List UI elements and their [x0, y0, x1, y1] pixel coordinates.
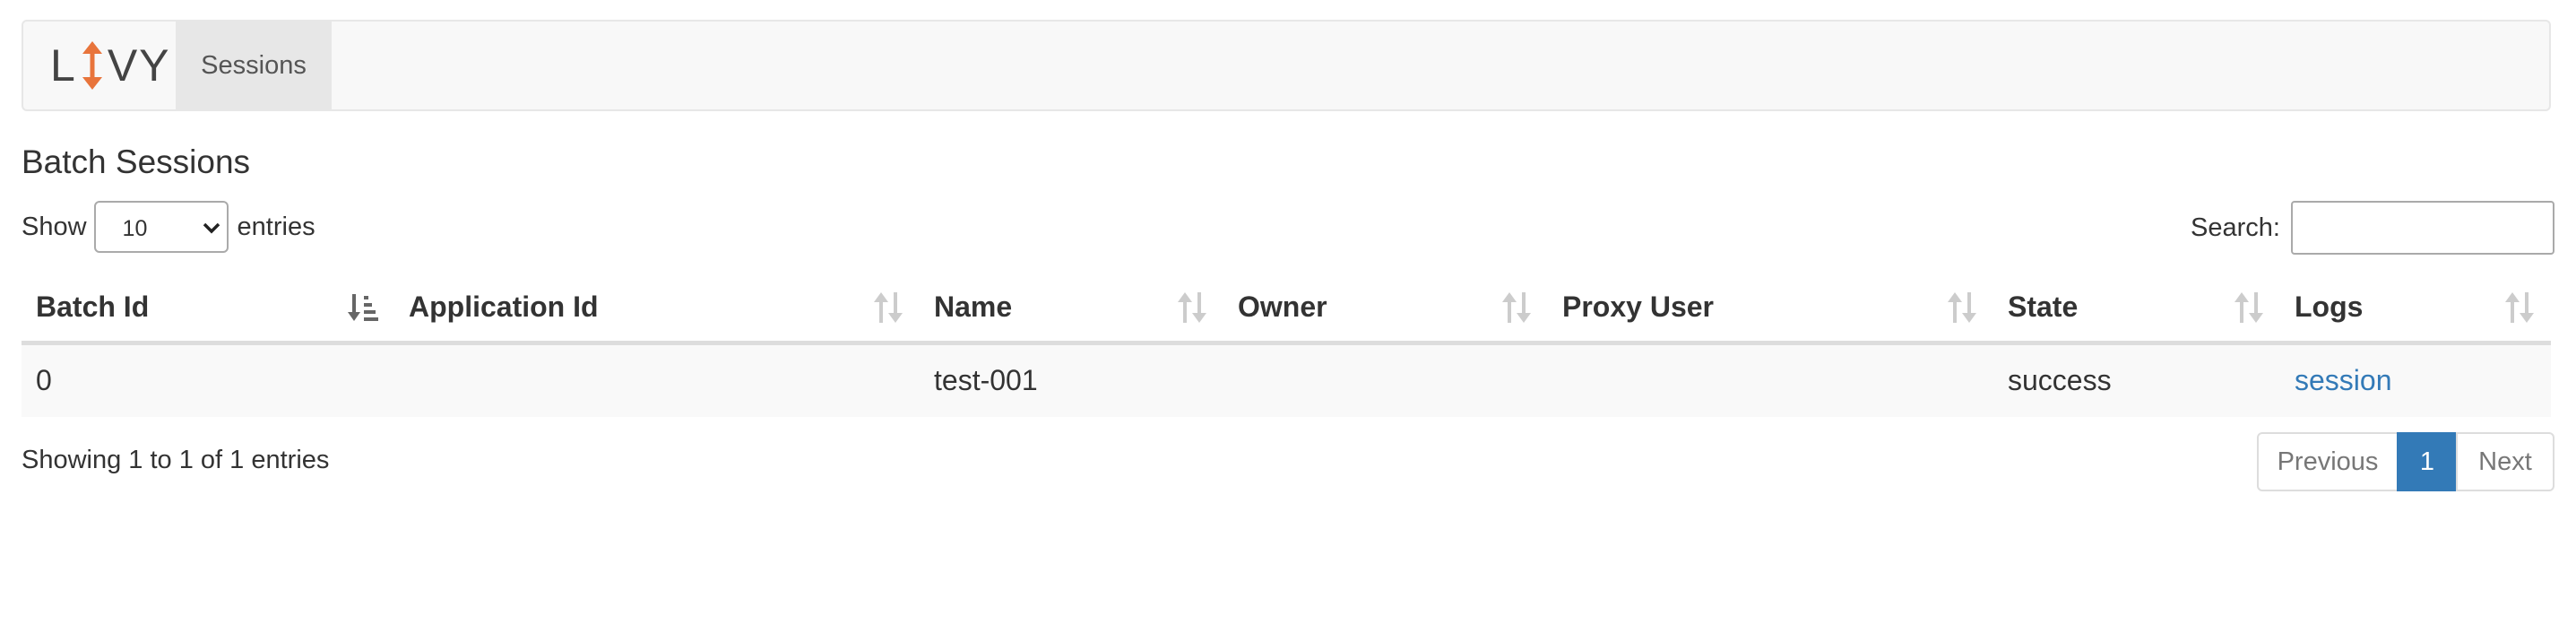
column-header-label: Batch Id — [36, 291, 150, 324]
column-header-owner[interactable]: Owner — [1223, 274, 1548, 345]
column-header-label: Name — [934, 291, 1013, 324]
page-1-button[interactable]: 1 — [2397, 432, 2458, 491]
column-header-label: Proxy User — [1562, 291, 1714, 324]
table-info: Showing 1 to 1 of 1 entries — [22, 446, 330, 474]
column-header-proxy-user[interactable]: Proxy User — [1548, 274, 1993, 345]
show-label: Show — [22, 212, 87, 241]
cell-state: success — [1993, 343, 2280, 417]
column-header-name[interactable]: Name — [920, 274, 1223, 345]
cell-owner — [1223, 343, 1548, 417]
page-title: Batch Sessions — [22, 143, 251, 180]
livy-arrow-icon — [79, 39, 106, 91]
session-log-link[interactable]: session — [2295, 364, 2392, 396]
cell-batch-id: 0 — [22, 343, 394, 417]
sort-both-icon — [1502, 292, 1531, 323]
sort-both-icon — [2235, 292, 2263, 323]
sort-both-icon — [874, 292, 903, 323]
brand-text-left: L — [50, 40, 77, 91]
search-label: Search: — [2191, 213, 2280, 242]
entries-length-control: Show 10 entries — [22, 201, 316, 253]
entries-per-page-value: 10 — [122, 216, 148, 241]
column-header-application-id[interactable]: Application Id — [394, 274, 920, 345]
column-header-label: Application Id — [409, 291, 599, 324]
brand-text-right: VY — [107, 40, 171, 91]
table-header-row: Batch Id Application Id Name Owner Proxy… — [22, 274, 2551, 345]
column-header-logs[interactable]: Logs — [2280, 274, 2551, 345]
navbar: L VY Sessions — [22, 20, 2551, 111]
chevron-down-icon — [203, 222, 220, 234]
entries-label: entries — [237, 212, 316, 241]
next-page-button[interactable]: Next — [2456, 432, 2554, 491]
column-header-label: Logs — [2295, 291, 2364, 324]
search-control: Search: — [2191, 201, 2554, 255]
sort-both-icon — [1178, 292, 1206, 323]
table-row: 0 test-001 success session — [22, 343, 2551, 417]
column-header-label: Owner — [1238, 291, 1327, 324]
sort-amount-asc-icon — [348, 294, 378, 321]
cell-proxy-user — [1548, 343, 1993, 417]
column-header-state[interactable]: State — [1993, 274, 2280, 345]
column-header-batch-id[interactable]: Batch Id — [22, 274, 394, 345]
cell-logs: session — [2280, 343, 2551, 417]
sort-both-icon — [2505, 292, 2534, 323]
sort-both-icon — [1948, 292, 1976, 323]
batch-sessions-table: Batch Id Application Id Name Owner Proxy… — [22, 274, 2551, 417]
pagination: Previous 1 Next — [2257, 432, 2554, 491]
cell-name: test-001 — [920, 343, 1223, 417]
column-header-label: State — [2008, 291, 2079, 324]
nav-sessions-link[interactable]: Sessions — [176, 22, 332, 109]
entries-per-page-select[interactable]: 10 — [93, 201, 229, 253]
livy-logo[interactable]: L VY — [50, 22, 171, 109]
previous-page-button[interactable]: Previous — [2257, 432, 2399, 491]
cell-application-id — [394, 343, 920, 417]
search-input[interactable] — [2291, 201, 2554, 255]
